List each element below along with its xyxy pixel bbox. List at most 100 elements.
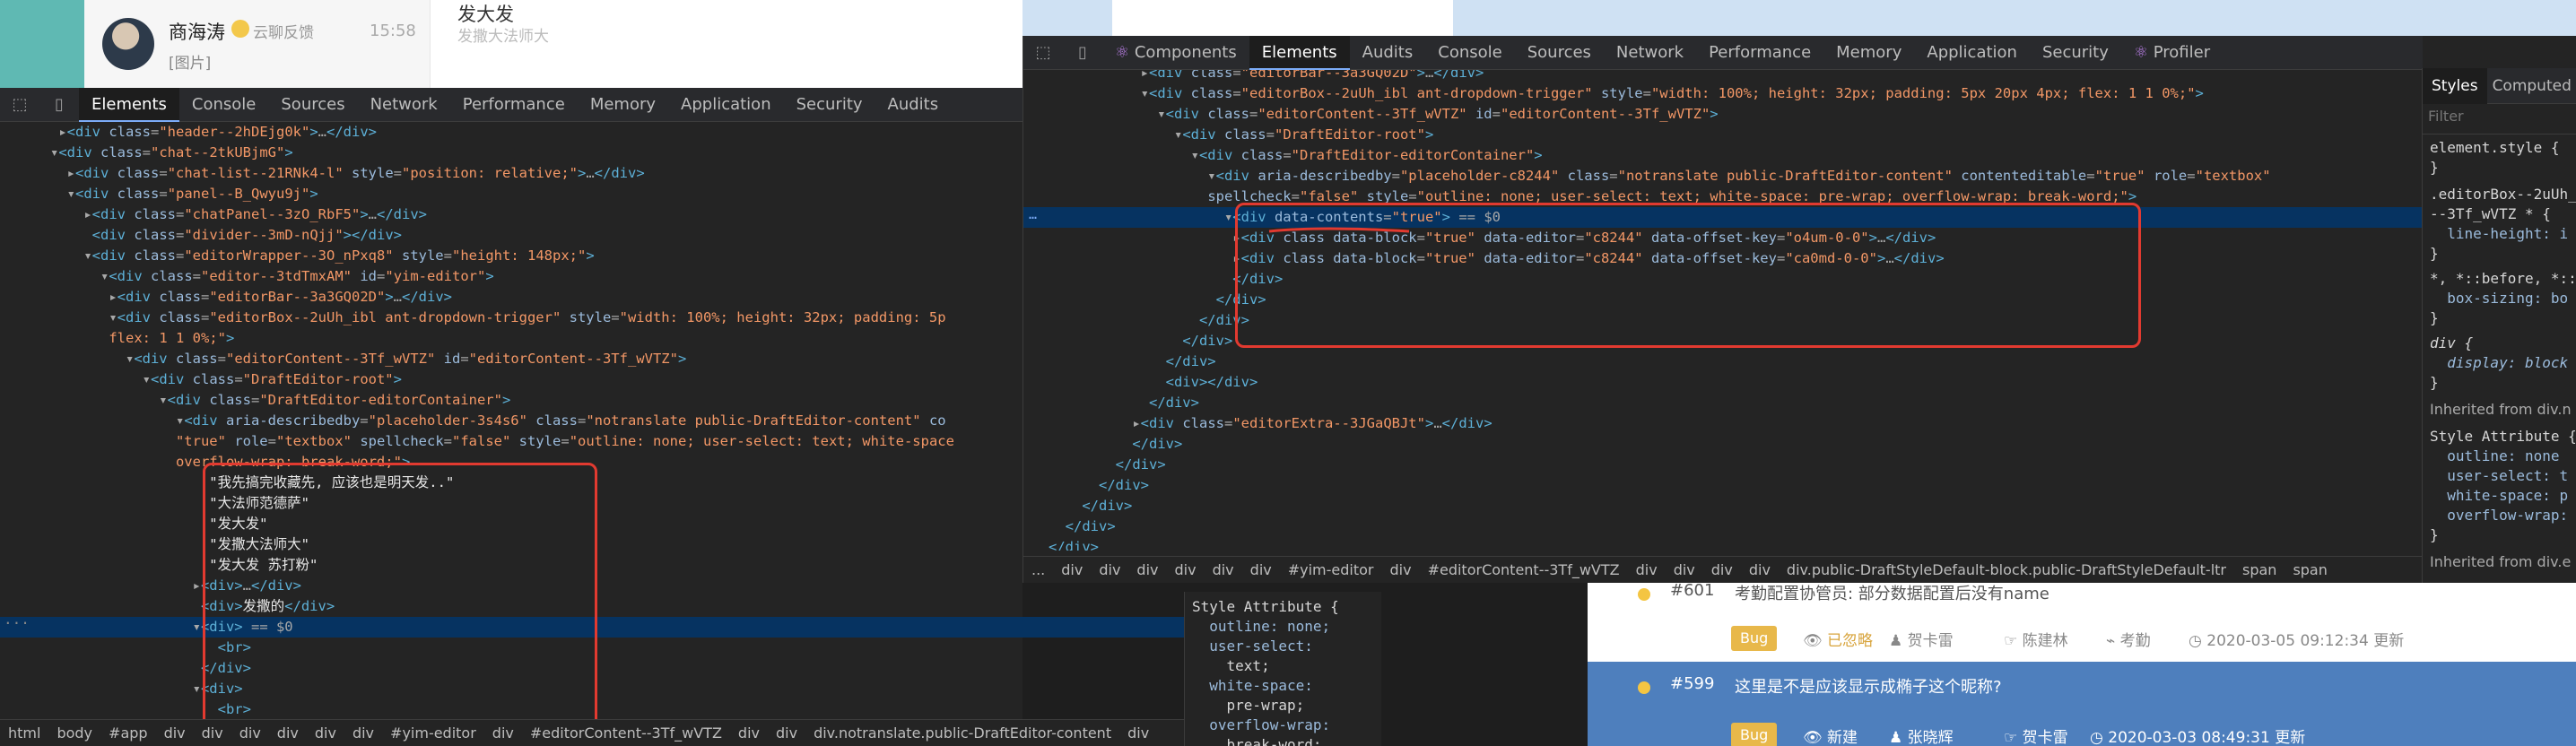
crumb[interactable]: div [1628, 561, 1666, 578]
crumb[interactable]: div [1119, 724, 1157, 742]
dom-node[interactable]: </div> [1023, 351, 1216, 372]
dom-node[interactable]: <div class="divider--3mD-nQjj"></div> [0, 225, 402, 246]
tab-memory[interactable]: Memory [578, 88, 668, 122]
dom-node[interactable]: ▾<div class="editorBox--2uUh_ibl ant-dro… [0, 308, 945, 328]
issue-id[interactable]: #599 [1670, 674, 1714, 693]
tab-sources[interactable]: Sources [1515, 36, 1604, 70]
dom-node[interactable]: ▾<div class="DraftEditor-editorContainer… [1023, 145, 1543, 166]
dom-node[interactable]: ▾<div class="chat--2tkUBjmG"> [0, 143, 293, 163]
tab-console[interactable]: Console [179, 88, 268, 122]
crumb[interactable]: div [1382, 561, 1420, 578]
dom-node[interactable]: </div> [1023, 331, 1232, 351]
dom-node[interactable]: ▾<div aria-describedby="placeholder-c824… [1023, 166, 2270, 186]
crumb[interactable]: span [2234, 561, 2284, 578]
inspect-icon[interactable]: ⬚ [0, 88, 39, 122]
tab-network[interactable]: Network [1604, 36, 1696, 70]
crumb[interactable]: div [1091, 561, 1128, 578]
inspect-icon[interactable]: ⬚ [1023, 36, 1063, 70]
issue-id[interactable]: #601 [1670, 581, 1714, 600]
dom-node[interactable]: </div> [1023, 537, 1099, 551]
tab-elements[interactable]: Elements [79, 87, 179, 122]
issue-title[interactable]: 这里是不是应该显示成椭子这个昵称? [1735, 674, 2002, 698]
dom-node[interactable]: ▸<div class="editorBar--3a3GQ02D">…</div… [1023, 70, 1484, 83]
crumb[interactable]: #yim-editor [382, 724, 484, 742]
crumb[interactable]: div [307, 724, 344, 742]
crumb[interactable]: div [1666, 561, 1703, 578]
dom-node[interactable]: </div> [1023, 290, 1266, 310]
hand-icon: ☞ [2004, 632, 2023, 650]
tab-profiler[interactable]: ⚛ Profiler [2121, 36, 2223, 70]
tab-security[interactable]: Security [784, 88, 875, 122]
dom-node[interactable]: </div> [1023, 496, 1132, 516]
tab-application[interactable]: Application [668, 88, 784, 122]
crumb[interactable]: ... [1023, 561, 1053, 578]
crumb[interactable]: div [484, 724, 522, 742]
tab-elements[interactable]: Elements [1249, 35, 1350, 70]
crumb[interactable]: div [768, 724, 805, 742]
tab-performance[interactable]: Performance [1696, 36, 1823, 70]
dom-node[interactable]: ▸<div class="header--2hDEjg0k">…</div> [0, 122, 377, 143]
tab-network[interactable]: Network [358, 88, 450, 122]
tab-console[interactable]: Console [1425, 36, 1514, 70]
dom-node[interactable]: ▾<div class="editorBox--2uUh_ibl ant-dro… [1023, 83, 2204, 104]
dom-node[interactable]: </div> [1023, 393, 1199, 413]
dom-node[interactable]: ▾<div class="DraftEditor-root"> [0, 369, 402, 390]
tab-sources[interactable]: Sources [268, 88, 357, 122]
tab-memory[interactable]: Memory [1823, 36, 1914, 70]
dom-node[interactable]: ▾<div class="editorContent--3Tf_wVTZ" id… [1023, 104, 1718, 125]
crumb[interactable]: #app [100, 724, 156, 742]
dom-node[interactable]: </div> [1023, 434, 1182, 455]
dom-node[interactable]: </div> [1023, 455, 1166, 475]
dom-node[interactable]: ▾<div aria-describedby="placeholder-3s4s… [0, 411, 946, 431]
tab-styles[interactable]: Styles [2423, 67, 2487, 104]
styles-filter-input[interactable] [2428, 108, 2572, 125]
crumb[interactable]: div [1167, 561, 1205, 578]
dom-node[interactable]: ▾<div class="editorWrapper--3O_nPxq8" st… [0, 246, 594, 266]
crumb[interactable]: div [1242, 561, 1280, 578]
crumb[interactable]: html [0, 724, 48, 742]
crumb[interactable]: div [156, 724, 194, 742]
dom-node[interactable]: ▾<div class="panel--B_Qwyu9j"> [0, 184, 318, 204]
dom-node[interactable]: ▸<div class="chatPanel--3zO_RbF5">…</div… [0, 204, 427, 225]
crumb[interactable]: #editorContent--3Tf_wVTZ [522, 724, 730, 742]
tab-components[interactable]: ⚛ Components [1102, 36, 1249, 70]
crumb[interactable]: div [194, 724, 231, 742]
dom-node[interactable]: ▸<div class="editorExtra--3JGaQBJt">…</d… [1023, 413, 1492, 434]
crumb[interactable]: div.public-DraftStyleDefault-block.publi… [1779, 561, 2234, 578]
crumb[interactable]: div [1053, 561, 1091, 578]
dom-node: flex: 1 1 0%;"> [109, 330, 235, 346]
dom-node[interactable]: </div> [1023, 475, 1149, 496]
tab-security[interactable]: Security [2030, 36, 2121, 70]
crumb[interactable]: #yim-editor [1280, 561, 1382, 578]
dom-node[interactable]: </div> [1023, 516, 1116, 537]
crumb[interactable]: div [269, 724, 307, 742]
tab-performance[interactable]: Performance [450, 88, 578, 122]
tab-application[interactable]: Application [1914, 36, 2030, 70]
right-devtools-panel: ⬚ ▯ ⚛ Components Elements Audits Console… [1023, 35, 2576, 583]
crumb[interactable]: #editorContent--3Tf_wVTZ [1420, 561, 1628, 578]
dom-node[interactable]: ▸<div class="chat-list--21RNk4-l" style=… [0, 163, 645, 184]
crumb[interactable]: div [231, 724, 269, 742]
dom-node[interactable]: ▸<div class="editorBar--3a3GQ02D">…</div… [0, 287, 452, 308]
tab-audits[interactable]: Audits [875, 88, 952, 122]
device-toggle-icon[interactable]: ▯ [39, 88, 79, 122]
dom-node[interactable]: <div></div> [1023, 372, 1258, 393]
crumb[interactable]: div [1741, 561, 1779, 578]
tab-audits[interactable]: Audits [1350, 36, 1426, 70]
crumb[interactable]: div [1205, 561, 1242, 578]
crumb[interactable]: div [1703, 561, 1741, 578]
issue-title[interactable]: 考勤配置协管员: 部分数据配置后没有name [1735, 581, 2049, 604]
dom-node[interactable]: ▾<div class="editorContent--3Tf_wVTZ" id… [0, 349, 686, 369]
crumb[interactable]: div.notranslate.public-DraftEditor-conte… [805, 724, 1119, 742]
crumb[interactable]: div [1128, 561, 1166, 578]
tab-computed[interactable]: Computed [2487, 77, 2576, 95]
dom-node[interactable]: ▾<div class="editor--3tdTmxAM" id="yim-e… [0, 266, 494, 287]
crumb[interactable]: div [730, 724, 768, 742]
crumb[interactable]: body [48, 724, 100, 742]
crumb[interactable]: span [2284, 561, 2335, 578]
dom-node[interactable]: ▾<div class="DraftEditor-root"> [1023, 125, 1433, 145]
crumb[interactable]: div [344, 724, 382, 742]
dom-node[interactable]: </div> [1023, 310, 1249, 331]
device-toggle-icon[interactable]: ▯ [1063, 36, 1102, 70]
dom-node[interactable]: ▾<div class="DraftEditor-editorContainer… [0, 390, 510, 411]
